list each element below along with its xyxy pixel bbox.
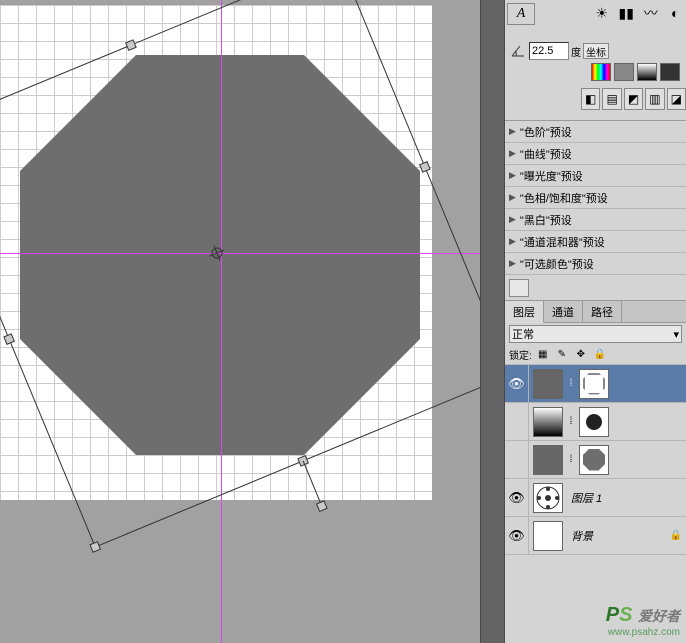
lock-label: 锁定: (509, 347, 532, 362)
levels-icon[interactable]: ▮▮ (616, 3, 638, 23)
chevron-down-icon: ▾ (673, 328, 679, 341)
disclosure-triangle-icon: ▶ (509, 148, 516, 159)
adjustment-icon-row-2 (591, 60, 686, 84)
adjustments-footer (505, 275, 686, 301)
horizontal-guide[interactable] (0, 253, 480, 254)
blend-mode-select[interactable]: 正常 ▾ (509, 325, 682, 343)
threshold-icon[interactable]: ◩ (624, 88, 643, 110)
layer-thumbnail[interactable] (533, 445, 563, 475)
visibility-toggle-icon[interactable]: 👁 (505, 517, 529, 555)
rotation-angle-input[interactable] (529, 42, 569, 60)
preset-label: "曝光度"预设 (520, 168, 583, 184)
curves-icon[interactable]: 〰 (640, 3, 662, 23)
visibility-toggle-icon[interactable] (505, 441, 529, 479)
invert-icon[interactable]: ◧ (581, 88, 600, 110)
link-icon: ⁞ (566, 378, 576, 389)
preset-label: "黑白"预设 (520, 212, 572, 228)
selcolor-icon[interactable]: ◪ (667, 88, 686, 110)
layer-row-shape3[interactable]: 👁 ⁞ (505, 365, 686, 403)
layer-thumbnail[interactable] (533, 407, 563, 437)
color-balance-icon[interactable] (637, 63, 657, 81)
layer-mask-thumbnail[interactable] (579, 407, 609, 437)
layer-thumbnail[interactable] (533, 483, 563, 513)
gradmap-icon[interactable]: ▥ (645, 88, 664, 110)
adjustment-icon-row-3: ◧ ▤ ◩ ▥ ◪ (581, 88, 686, 110)
preset-bw[interactable]: ▶ "黑白"预设 (505, 209, 686, 231)
disclosure-triangle-icon: ▶ (509, 236, 516, 247)
layer-row-shape2[interactable]: ⁞ (505, 441, 686, 479)
watermark-url: www.psahz.com (606, 627, 680, 639)
hue-sat-icon[interactable] (614, 63, 634, 81)
layer-thumbnail[interactable] (533, 369, 563, 399)
link-icon: ⁞ (566, 416, 576, 427)
lock-position-icon[interactable]: ✥ (573, 348, 589, 362)
lock-row: 锁定: ▦ ✎ ✥ 🔒 (505, 345, 686, 365)
rotation-angle-row: 度 坐标 (505, 40, 686, 62)
octagon-shape[interactable] (20, 55, 420, 455)
watermark-p: P (606, 604, 619, 626)
lock-icon: 🔒 (670, 530, 682, 541)
panel-tabs: 图层 通道 路径 (505, 301, 686, 323)
layer-row-background[interactable]: 👁 背景 🔒 (505, 517, 686, 555)
panel-separator[interactable] (480, 0, 505, 643)
disclosure-triangle-icon: ▶ (509, 126, 516, 137)
brightness-icon[interactable]: ☀ (591, 3, 613, 23)
tab-channels[interactable]: 通道 (544, 301, 583, 322)
vertical-guide[interactable] (221, 0, 222, 643)
layer-row-layer1[interactable]: 👁 图层 1 (505, 479, 686, 517)
preset-curves[interactable]: ▶ "曲线"预设 (505, 143, 686, 165)
preset-channelmixer[interactable]: ▶ "通道混和器"预设 (505, 231, 686, 253)
layers-list: 👁 ⁞ ⁞ (505, 365, 686, 555)
preset-label: "色阶"预设 (520, 124, 572, 140)
adjustment-icon-row-1: ☀ ▮▮ 〰 ◐ (591, 0, 686, 26)
preset-label: "通道混和器"预设 (520, 234, 605, 250)
blend-mode-value: 正常 (512, 326, 534, 342)
visibility-toggle-icon[interactable] (505, 403, 529, 441)
disclosure-triangle-icon: ▶ (509, 170, 516, 181)
disclosure-triangle-icon: ▶ (509, 192, 516, 203)
blackwhite-icon[interactable] (660, 63, 680, 81)
vector-mask-thumbnail[interactable] (579, 369, 609, 399)
lock-transparency-icon[interactable]: ▦ (535, 348, 551, 362)
link-icon: ⁞ (566, 454, 576, 465)
preset-exposure[interactable]: ▶ "曝光度"预设 (505, 165, 686, 187)
return-icon[interactable] (509, 279, 529, 297)
layer-row-gradient[interactable]: ⁞ (505, 403, 686, 441)
vibrance-icon[interactable] (591, 63, 611, 81)
visibility-toggle-icon[interactable]: 👁 (505, 365, 529, 403)
presets-panel: ▶ "色阶"预设 ▶ "曲线"预设 ▶ "曝光度"预设 ▶ "色相/饱和度"预设 ▶ "黑… (505, 120, 686, 555)
preset-label: "色相/饱和度"预设 (520, 190, 608, 206)
canvas-area[interactable] (0, 0, 480, 643)
disclosure-triangle-icon: ▶ (509, 258, 516, 269)
lock-all-icon[interactable]: 🔒 (592, 348, 608, 362)
character-panel-icon[interactable]: A (507, 3, 535, 25)
preset-huesat[interactable]: ▶ "色相/饱和度"预设 (505, 187, 686, 209)
blend-mode-row: 正常 ▾ (505, 323, 686, 345)
visibility-toggle-icon[interactable]: 👁 (505, 479, 529, 517)
angle-unit-label: 度 (571, 44, 581, 59)
vector-mask-thumbnail[interactable] (579, 445, 609, 475)
preset-levels[interactable]: ▶ "色阶"预设 (505, 121, 686, 143)
tab-layers[interactable]: 图层 (505, 301, 544, 323)
tab-paths[interactable]: 路径 (583, 301, 622, 322)
preset-label: "曲线"预设 (520, 146, 572, 162)
watermark-s: S (619, 604, 632, 626)
layer-name[interactable]: 背景 (567, 528, 593, 544)
layer-name[interactable]: 图层 1 (567, 490, 602, 506)
angle-icon (509, 43, 527, 59)
exposure-icon[interactable]: ◐ (665, 3, 686, 23)
layer-thumbnail[interactable] (533, 521, 563, 551)
watermark-cn: 爱好者 (638, 608, 680, 624)
watermark: PS 爱好者 www.psahz.com (606, 603, 680, 639)
coord-button[interactable]: 坐标 (583, 43, 609, 59)
lock-pixels-icon[interactable]: ✎ (554, 348, 570, 362)
preset-selcolor[interactable]: ▶ "可选颜色"预设 (505, 253, 686, 275)
right-panel-stack: A ☀ ▮▮ 〰 ◐ 度 坐标 ◧ ▤ ◩ ▥ ◪ ▶ "色阶"预设 ▶ "曲线"预… (505, 0, 686, 643)
preset-label: "可选颜色"预设 (520, 256, 594, 272)
posterize-icon[interactable]: ▤ (602, 88, 621, 110)
disclosure-triangle-icon: ▶ (509, 214, 516, 225)
